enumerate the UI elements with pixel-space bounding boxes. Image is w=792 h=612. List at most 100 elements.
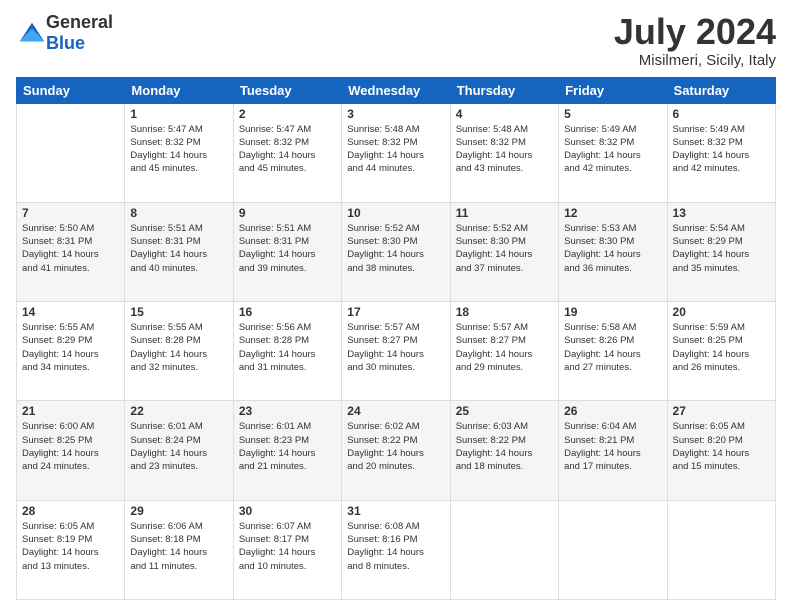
calendar-row: 1 Sunrise: 5:47 AM Sunset: 8:32 PM Daylig… xyxy=(17,103,776,202)
day-number: 9 xyxy=(239,206,336,220)
day-number: 14 xyxy=(22,305,119,319)
day-number: 17 xyxy=(347,305,444,319)
table-row xyxy=(559,500,667,599)
day-info: Sunrise: 6:00 AM Sunset: 8:25 PM Dayligh… xyxy=(22,420,119,473)
table-row xyxy=(450,500,558,599)
col-saturday: Saturday xyxy=(667,77,775,103)
day-number: 16 xyxy=(239,305,336,319)
day-number: 25 xyxy=(456,404,553,418)
day-info: Sunrise: 5:58 AM Sunset: 8:26 PM Dayligh… xyxy=(564,321,661,374)
day-number: 1 xyxy=(130,107,227,121)
table-row: 1Sunrise: 5:47 AM Sunset: 8:32 PM Daylig… xyxy=(125,103,233,202)
main-title: July 2024 xyxy=(614,12,776,52)
table-row: 21 Sunrise: 6:00 AM Sunset: 8:25 PM Dayli… xyxy=(17,401,125,500)
table-row xyxy=(667,500,775,599)
day-info: Sunrise: 5:50 AM Sunset: 8:31 PM Dayligh… xyxy=(22,222,119,275)
table-row: 3 Sunrise: 5:48 AM Sunset: 8:32 PM Daylig… xyxy=(342,103,450,202)
calendar-row: 21 Sunrise: 6:00 AM Sunset: 8:25 PM Dayli… xyxy=(17,401,776,500)
calendar-row: 7 Sunrise: 5:50 AM Sunset: 8:31 PM Daylig… xyxy=(17,202,776,301)
day-number: 30 xyxy=(239,504,336,518)
calendar-row: 14 Sunrise: 5:55 AM Sunset: 8:29 PM Dayli… xyxy=(17,302,776,401)
calendar-table: Sunday Monday Tuesday Wednesday Thursday… xyxy=(16,77,776,600)
logo-general: General xyxy=(46,12,113,32)
day-number: 18 xyxy=(456,305,553,319)
day-info: Sunrise: 6:06 AM Sunset: 8:18 PM Dayligh… xyxy=(130,520,227,573)
day-info: Sunrise: 6:05 AM Sunset: 8:19 PM Dayligh… xyxy=(22,520,119,573)
day-number: 4 xyxy=(456,107,553,121)
col-thursday: Thursday xyxy=(450,77,558,103)
day-info: Sunrise: 5:57 AM Sunset: 8:27 PM Dayligh… xyxy=(456,321,553,374)
col-sunday: Sunday xyxy=(17,77,125,103)
day-number: 22 xyxy=(130,404,227,418)
calendar-row: 28 Sunrise: 6:05 AM Sunset: 8:19 PM Dayli… xyxy=(17,500,776,599)
table-row: 23 Sunrise: 6:01 AM Sunset: 8:23 PM Dayli… xyxy=(233,401,341,500)
day-number: 28 xyxy=(22,504,119,518)
logo-icon xyxy=(18,19,46,47)
table-row: 28 Sunrise: 6:05 AM Sunset: 8:19 PM Dayli… xyxy=(17,500,125,599)
day-number: 7 xyxy=(22,206,119,220)
table-row: 18 Sunrise: 5:57 AM Sunset: 8:27 PM Dayli… xyxy=(450,302,558,401)
day-number: 3 xyxy=(347,107,444,121)
day-info: Sunrise: 5:56 AM Sunset: 8:28 PM Dayligh… xyxy=(239,321,336,374)
table-row: 10 Sunrise: 5:52 AM Sunset: 8:30 PM Dayli… xyxy=(342,202,450,301)
day-number: 5 xyxy=(564,107,661,121)
day-number: 8 xyxy=(130,206,227,220)
day-number: 2 xyxy=(239,107,336,121)
table-row: 6Sunrise: 5:49 AM Sunset: 8:32 PM Daylig… xyxy=(667,103,775,202)
table-row: 12 Sunrise: 5:53 AM Sunset: 8:30 PM Dayli… xyxy=(559,202,667,301)
day-info: Sunrise: 5:55 AM Sunset: 8:28 PM Dayligh… xyxy=(130,321,227,374)
day-info: Sunrise: 5:59 AM Sunset: 8:25 PM Dayligh… xyxy=(673,321,770,374)
table-row: 7 Sunrise: 5:50 AM Sunset: 8:31 PM Daylig… xyxy=(17,202,125,301)
header: General Blue July 2024 Misilmeri, Sicily… xyxy=(16,12,776,69)
logo: General Blue xyxy=(16,12,113,54)
day-info: Sunrise: 6:05 AM Sunset: 8:20 PM Dayligh… xyxy=(673,420,770,473)
table-row: 13Sunrise: 5:54 AM Sunset: 8:29 PM Dayli… xyxy=(667,202,775,301)
day-number: 10 xyxy=(347,206,444,220)
day-number: 6 xyxy=(673,107,770,121)
table-row: 19 Sunrise: 5:58 AM Sunset: 8:26 PM Dayli… xyxy=(559,302,667,401)
col-monday: Monday xyxy=(125,77,233,103)
day-number: 19 xyxy=(564,305,661,319)
day-info: Sunrise: 6:01 AM Sunset: 8:24 PM Dayligh… xyxy=(130,420,227,473)
day-info: Sunrise: 5:47 AM Sunset: 8:32 PM Dayligh… xyxy=(239,123,336,176)
table-row: 17 Sunrise: 5:57 AM Sunset: 8:27 PM Dayli… xyxy=(342,302,450,401)
table-row: 25 Sunrise: 6:03 AM Sunset: 8:22 PM Dayli… xyxy=(450,401,558,500)
col-tuesday: Tuesday xyxy=(233,77,341,103)
table-row: 4 Sunrise: 5:48 AM Sunset: 8:32 PM Daylig… xyxy=(450,103,558,202)
day-info: Sunrise: 5:57 AM Sunset: 8:27 PM Dayligh… xyxy=(347,321,444,374)
day-info: Sunrise: 6:04 AM Sunset: 8:21 PM Dayligh… xyxy=(564,420,661,473)
day-info: Sunrise: 5:54 AM Sunset: 8:29 PM Dayligh… xyxy=(673,222,770,275)
day-info: Sunrise: 5:48 AM Sunset: 8:32 PM Dayligh… xyxy=(456,123,553,176)
col-friday: Friday xyxy=(559,77,667,103)
title-block: July 2024 Misilmeri, Sicily, Italy xyxy=(614,12,776,69)
table-row xyxy=(17,103,125,202)
table-row: 9Sunrise: 5:51 AM Sunset: 8:31 PM Daylig… xyxy=(233,202,341,301)
day-number: 23 xyxy=(239,404,336,418)
table-row: 16 Sunrise: 5:56 AM Sunset: 8:28 PM Dayli… xyxy=(233,302,341,401)
calendar-header-row: Sunday Monday Tuesday Wednesday Thursday… xyxy=(17,77,776,103)
day-info: Sunrise: 5:52 AM Sunset: 8:30 PM Dayligh… xyxy=(456,222,553,275)
day-info: Sunrise: 5:52 AM Sunset: 8:30 PM Dayligh… xyxy=(347,222,444,275)
page: General Blue July 2024 Misilmeri, Sicily… xyxy=(0,0,792,612)
day-info: Sunrise: 5:55 AM Sunset: 8:29 PM Dayligh… xyxy=(22,321,119,374)
day-number: 20 xyxy=(673,305,770,319)
day-number: 21 xyxy=(22,404,119,418)
table-row: 29Sunrise: 6:06 AM Sunset: 8:18 PM Dayli… xyxy=(125,500,233,599)
day-number: 12 xyxy=(564,206,661,220)
logo-blue: Blue xyxy=(46,33,85,53)
table-row: 26 Sunrise: 6:04 AM Sunset: 8:21 PM Dayli… xyxy=(559,401,667,500)
day-info: Sunrise: 5:48 AM Sunset: 8:32 PM Dayligh… xyxy=(347,123,444,176)
day-info: Sunrise: 5:53 AM Sunset: 8:30 PM Dayligh… xyxy=(564,222,661,275)
subtitle: Misilmeri, Sicily, Italy xyxy=(614,52,776,69)
day-number: 26 xyxy=(564,404,661,418)
table-row: 8Sunrise: 5:51 AM Sunset: 8:31 PM Daylig… xyxy=(125,202,233,301)
day-number: 24 xyxy=(347,404,444,418)
day-info: Sunrise: 6:01 AM Sunset: 8:23 PM Dayligh… xyxy=(239,420,336,473)
table-row: 22 Sunrise: 6:01 AM Sunset: 8:24 PM Dayli… xyxy=(125,401,233,500)
table-row: 24 Sunrise: 6:02 AM Sunset: 8:22 PM Dayli… xyxy=(342,401,450,500)
day-info: Sunrise: 5:49 AM Sunset: 8:32 PM Dayligh… xyxy=(564,123,661,176)
day-info: Sunrise: 6:02 AM Sunset: 8:22 PM Dayligh… xyxy=(347,420,444,473)
table-row: 5 Sunrise: 5:49 AM Sunset: 8:32 PM Daylig… xyxy=(559,103,667,202)
day-number: 11 xyxy=(456,206,553,220)
day-info: Sunrise: 6:03 AM Sunset: 8:22 PM Dayligh… xyxy=(456,420,553,473)
